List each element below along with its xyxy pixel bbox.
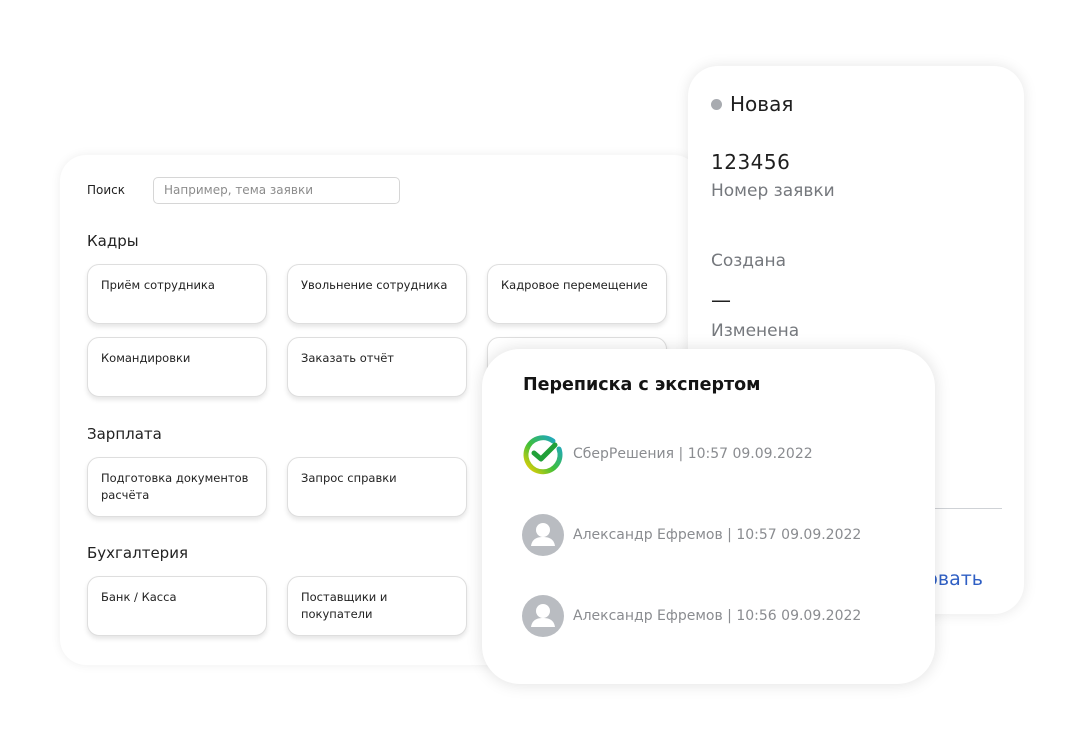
request-number-label: Номер заявки [711, 181, 835, 201]
section-title-buhgalteriya: Бухгалтерия [87, 544, 188, 562]
card-certificate-request[interactable]: Запрос справки [287, 457, 467, 517]
modified-label: Изменена [711, 321, 800, 341]
search-row: Поиск [87, 176, 400, 204]
message-author: СберРешения [573, 446, 675, 462]
search-label: Поиск [87, 183, 126, 197]
message-time: 10:57 09.09.2022 [736, 527, 862, 543]
message-time: 10:56 09.09.2022 [736, 608, 862, 624]
created-label: Создана [711, 251, 787, 271]
message-separator: | [674, 446, 688, 462]
message-time: 10:57 09.09.2022 [687, 446, 813, 462]
message-item[interactable]: Александр Ефремов | 10:56 09.09.2022 [522, 595, 861, 637]
card-payroll-documents[interactable]: Подготовка документов расчёта [87, 457, 267, 517]
card-hire-employee[interactable]: Приём сотрудника [87, 264, 267, 324]
message-author: Александр Ефремов [573, 527, 723, 543]
card-bank-cash[interactable]: Банк / Касса [87, 576, 267, 636]
card-order-report[interactable]: Заказать отчёт [287, 337, 467, 397]
status-badge: Новая [711, 92, 793, 116]
message-separator: | [722, 527, 737, 543]
status-dot-icon [711, 98, 722, 110]
user-avatar-icon [522, 514, 564, 556]
status-text: Новая [730, 92, 794, 116]
card-transfer-employee[interactable]: Кадровое перемещение [487, 264, 667, 324]
message-author: Александр Ефремов [573, 608, 723, 624]
section-title-zarplata: Зарплата [87, 425, 162, 443]
section-title-kadry: Кадры [87, 232, 139, 250]
card-business-trips[interactable]: Командировки [87, 337, 267, 397]
message-item[interactable]: Александр Ефремов | 10:57 09.09.2022 [522, 514, 861, 556]
message-separator: | [722, 608, 737, 624]
request-number: 123456 [711, 150, 791, 174]
card-suppliers-customers[interactable]: Поставщики и покупатели [287, 576, 467, 636]
created-value: — [711, 288, 731, 312]
message-item[interactable]: СберРешения | 10:57 09.09.2022 [522, 433, 813, 475]
card-dismiss-employee[interactable]: Увольнение сотрудника [287, 264, 467, 324]
chat-title: Переписка с экспертом [523, 375, 761, 395]
search-input[interactable] [153, 176, 400, 204]
sber-logo-icon [522, 433, 564, 475]
user-avatar-icon [522, 595, 564, 637]
expert-chat-panel: Переписка с экспертом СберРешения | 10:5… [482, 349, 935, 684]
